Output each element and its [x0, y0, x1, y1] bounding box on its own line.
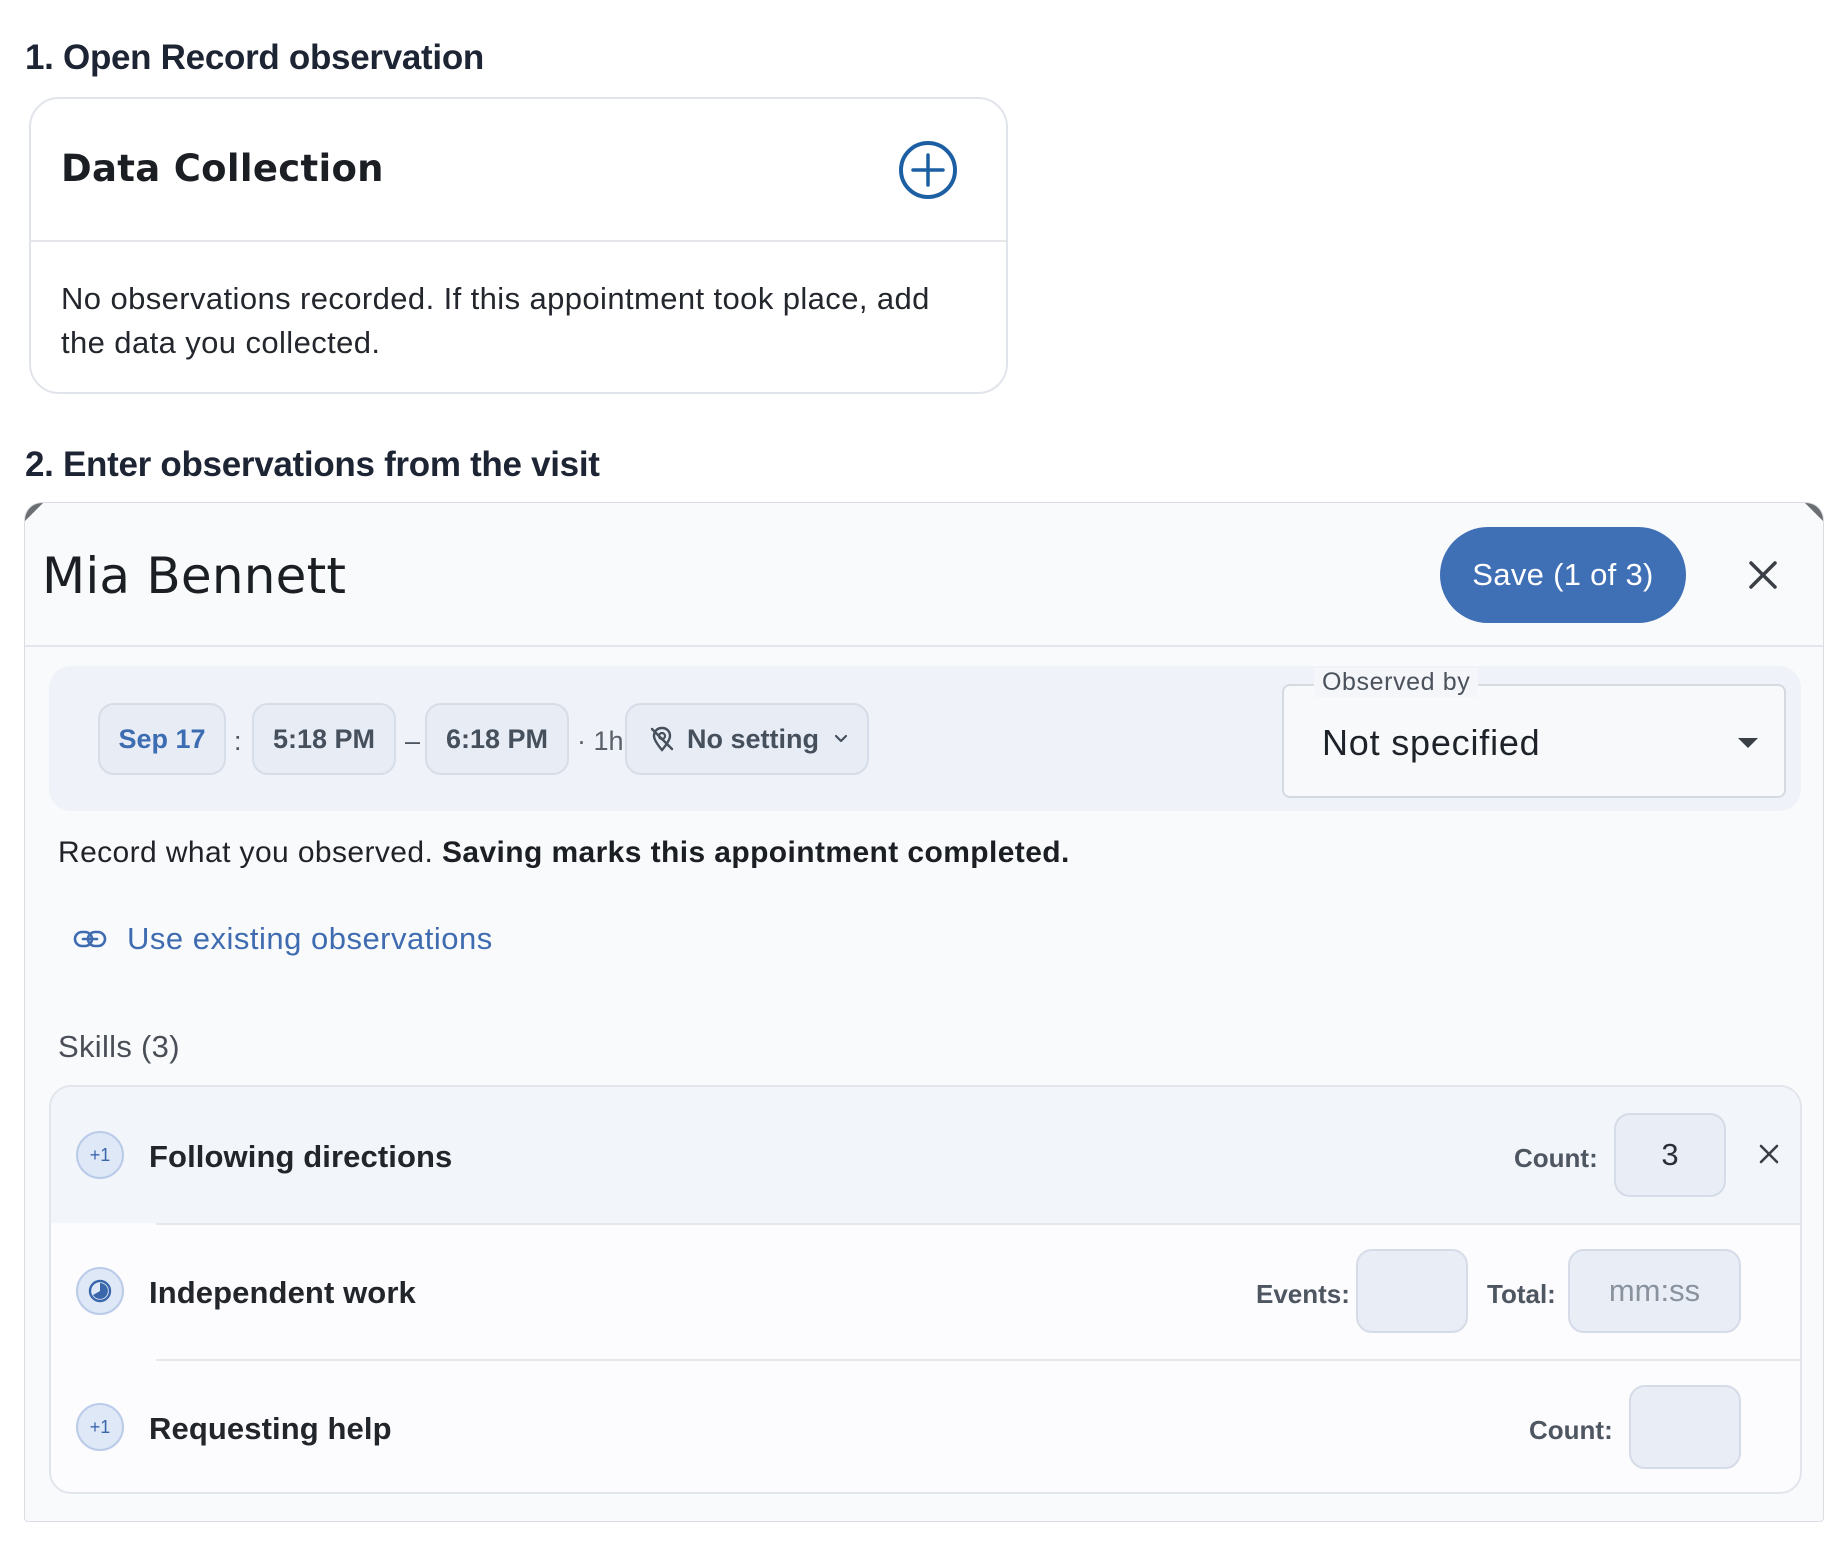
count-input[interactable] — [1616, 1115, 1724, 1195]
appointment-meta-row: Sep 17 : 5:18 PM – 6:18 PM · 1h No setti… — [49, 666, 1801, 811]
skill-row-independent-work: Independent work Events: Total: — [51, 1223, 1800, 1359]
plus-icon — [911, 153, 945, 187]
modal-header: Mia Bennett Save (1 of 3) — [25, 503, 1823, 647]
count-field[interactable] — [1629, 1385, 1741, 1469]
close-icon[interactable] — [1741, 553, 1785, 597]
record-text: Record what you observed. — [58, 836, 434, 869]
events-field[interactable] — [1356, 1249, 1468, 1333]
remove-skill-icon[interactable] — [1754, 1139, 1784, 1169]
location-off-icon — [650, 726, 674, 752]
time-range-dash: – — [405, 726, 421, 756]
count-label: Count: — [1529, 1415, 1613, 1445]
skill-row-following-directions: +1 Following directions Count: — [51, 1087, 1800, 1223]
setting-label: No setting — [687, 723, 819, 754]
skill-name: Following directions — [149, 1139, 453, 1174]
patient-name: Mia Bennett — [42, 547, 347, 605]
data-collection-header: Data Collection — [31, 99, 1006, 242]
empty-state-text: No observations recorded. If this appoin… — [61, 281, 930, 360]
data-collection-card: Data Collection No observations recorded… — [29, 97, 1008, 394]
setting-dropdown[interactable]: No setting — [625, 703, 869, 775]
close-x-shape — [1749, 561, 1777, 589]
observed-by-label: Observed by — [1314, 668, 1479, 697]
duration-timer-icon — [76, 1267, 124, 1315]
timer-pie-shape — [88, 1279, 112, 1303]
observed-by-select[interactable]: Observed by Not specified — [1282, 668, 1786, 798]
link-icon — [73, 930, 107, 948]
use-existing-observations-link[interactable]: Use existing observations — [73, 921, 493, 957]
close-x-shape — [1759, 1144, 1779, 1164]
total-duration-field[interactable] — [1568, 1249, 1741, 1333]
date-time-separator: : — [234, 726, 242, 756]
caret-down-icon — [1738, 738, 1758, 748]
plus-circle-icon[interactable] — [899, 141, 957, 199]
chevron-down-icon — [834, 734, 848, 743]
start-time-pill[interactable]: 5:18 PM — [252, 703, 396, 775]
total-duration-input[interactable] — [1570, 1251, 1739, 1331]
skill-name: Independent work — [149, 1275, 416, 1310]
observed-by-value: Not specified — [1322, 722, 1541, 763]
skills-heading: Skills (3) — [58, 1029, 180, 1064]
end-time-pill[interactable]: 6:18 PM — [425, 703, 569, 775]
count-input[interactable] — [1631, 1387, 1739, 1467]
total-label: Total: — [1487, 1279, 1556, 1309]
duration-text: · 1h — [577, 726, 624, 756]
step-1-title: 1. Open Record observation — [25, 38, 484, 77]
save-button[interactable]: Save (1 of 3) — [1440, 527, 1686, 623]
step-2-title: 2. Enter observations from the visit — [25, 445, 600, 484]
data-collection-title: Data Collection — [61, 147, 384, 190]
skills-list: +1 Following directions Count: 3 Indepen… — [49, 1085, 1802, 1494]
count-label: Count: — [1514, 1143, 1598, 1173]
count-field[interactable] — [1614, 1113, 1726, 1197]
record-instructions: Record what you observed. Saving marks t… — [58, 836, 1070, 870]
skill-row-requesting-help: +1 Requesting help Count: — [51, 1359, 1800, 1492]
count-plus-one-icon: +1 — [76, 1131, 124, 1179]
date-pill[interactable]: Sep 17 — [98, 703, 226, 775]
skill-name: Requesting help — [149, 1411, 392, 1446]
events-label: Events: — [1256, 1279, 1350, 1309]
record-bold-text: Saving marks this appointment completed. — [441, 836, 1070, 869]
record-observation-modal: Mia Bennett Save (1 of 3) Sep 17 : 5:18 … — [24, 502, 1824, 1522]
use-existing-label: Use existing observations — [127, 921, 493, 956]
events-input[interactable] — [1358, 1251, 1466, 1331]
count-plus-one-icon: +1 — [76, 1403, 124, 1451]
